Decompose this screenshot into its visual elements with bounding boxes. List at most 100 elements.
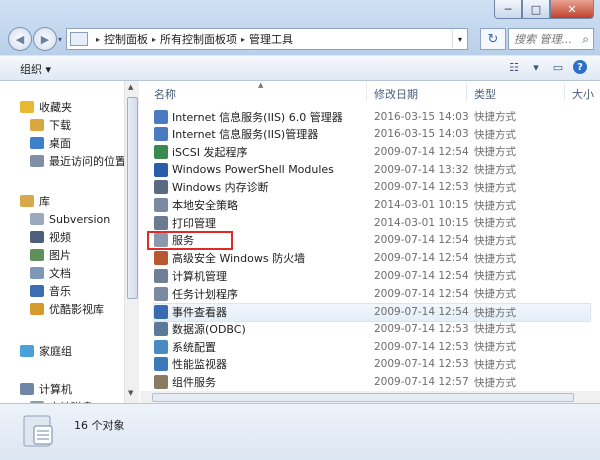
- breadcrumb-all-items[interactable]: 所有控制面板项: [160, 31, 237, 47]
- youku-library-icon: [30, 303, 44, 315]
- library-icon: [30, 213, 44, 225]
- file-date: 2009-07-14 12:54: [374, 269, 469, 282]
- horizontal-scrollbar[interactable]: [140, 391, 600, 403]
- nav-item-6[interactable]: 视频: [30, 229, 71, 245]
- file-row[interactable]: Internet 信息服务(IIS)管理器 2016-03-15 14:03 快捷方…: [154, 126, 590, 143]
- minimize-button[interactable]: ─: [494, 0, 522, 19]
- nav-item-0[interactable]: 收藏夹: [20, 99, 72, 115]
- services-highlight-box: [147, 231, 233, 250]
- shortcut-icon: [154, 375, 168, 389]
- back-button[interactable]: ◀: [8, 27, 32, 51]
- column-header-name[interactable]: 名称: [154, 86, 176, 102]
- nav-item-4[interactable]: 库: [20, 193, 50, 209]
- file-row[interactable]: 数据源(ODBC) 2009-07-14 12:53 快捷方式: [154, 320, 590, 337]
- file-type: 快捷方式: [474, 181, 516, 194]
- download-folder-icon: [30, 119, 44, 131]
- shortcut-icon: [154, 251, 168, 266]
- nav-item-label: 桌面: [49, 137, 71, 150]
- maximize-button[interactable]: □: [522, 0, 550, 19]
- file-row[interactable]: 本地安全策略 2014-03-01 10:15 快捷方式: [154, 197, 590, 214]
- video-icon: [30, 231, 44, 243]
- file-name: 本地安全策略: [172, 199, 238, 212]
- address-dropdown[interactable]: ▾: [452, 30, 467, 48]
- shortcut-icon: [154, 286, 168, 301]
- file-row[interactable]: Windows 内存诊断 2009-07-14 12:53 快捷方式: [154, 179, 590, 196]
- shortcut-icon: [154, 180, 168, 195]
- nav-item-label: Subversion: [49, 212, 111, 226]
- shortcut-icon: [154, 109, 168, 124]
- file-row[interactable]: 计算机管理 2009-07-14 12:54 快捷方式: [154, 267, 590, 284]
- scroll-down-icon[interactable]: ▼: [128, 389, 133, 397]
- help-button[interactable]: ?: [572, 59, 588, 75]
- nav-item-8[interactable]: 文档: [30, 265, 71, 281]
- scrollbar-thumb[interactable]: [127, 97, 138, 299]
- shortcut-icon: [154, 321, 168, 336]
- forward-button[interactable]: ▶: [33, 27, 57, 51]
- file-name: 性能监视器: [172, 358, 227, 372]
- help-icon: ?: [573, 60, 587, 74]
- navigation-pane-scrollbar[interactable]: ▲ ▼: [124, 81, 139, 403]
- shortcut-icon: [154, 268, 168, 283]
- file-row[interactable]: 打印管理 2014-03-01 10:15 快捷方式: [154, 214, 590, 231]
- column-divider[interactable]: [466, 83, 467, 101]
- close-button[interactable]: ✕: [550, 0, 594, 19]
- file-row[interactable]: 任务计划程序 2009-07-14 12:54 快捷方式: [154, 285, 590, 302]
- search-input[interactable]: [509, 31, 574, 47]
- item-count: 16 个对象: [74, 419, 125, 432]
- file-row[interactable]: 高级安全 Windows 防火墙 2009-07-14 12:54 快捷方式: [154, 250, 590, 267]
- column-header-date[interactable]: 修改日期: [374, 86, 418, 102]
- file-date: 2009-07-14 12:53: [374, 358, 469, 371]
- column-divider[interactable]: [366, 83, 367, 101]
- file-name: 系统配置: [172, 340, 216, 354]
- admin-tools-folder-icon: [23, 415, 53, 447]
- preview-pane-icon[interactable]: ▭: [550, 59, 566, 75]
- file-name: 任务计划程序: [172, 287, 238, 301]
- search-icon[interactable]: ⌕: [582, 32, 589, 47]
- star-icon: [20, 101, 34, 113]
- documents-icon: [30, 267, 44, 279]
- nav-item-12[interactable]: 计算机: [20, 381, 72, 397]
- shortcut-icon: [154, 339, 168, 354]
- shortcut-icon: [154, 215, 168, 230]
- file-row[interactable]: Internet 信息服务(IIS) 6.0 管理器 2016-03-15 14:…: [154, 108, 590, 125]
- file-row[interactable]: Windows PowerShell Modules 2009-07-14 13:…: [154, 161, 590, 178]
- scroll-up-icon[interactable]: ▲: [128, 83, 133, 91]
- nav-item-3[interactable]: 最近访问的位置: [30, 153, 126, 169]
- nav-item-9[interactable]: 音乐: [30, 283, 71, 299]
- file-row[interactable]: 组件服务 2009-07-14 12:57 快捷方式: [154, 374, 590, 391]
- nav-item-7[interactable]: 图片: [30, 247, 71, 263]
- nav-item-5[interactable]: Subversion: [30, 211, 110, 227]
- change-view-icon[interactable]: ☷: [506, 59, 522, 75]
- address-bar[interactable]: ▸ 控制面板 ▸ 所有控制面板项 ▸ 管理工具 ▾: [66, 28, 468, 50]
- search-box[interactable]: ⌕: [508, 28, 594, 50]
- refresh-button[interactable]: ↻: [480, 28, 506, 50]
- file-row[interactable]: 性能监视器 2009-07-14 12:53 快捷方式: [154, 356, 590, 373]
- breadcrumb-control-panel[interactable]: 控制面板: [104, 31, 148, 47]
- scrollbar-thumb[interactable]: [152, 393, 574, 402]
- organize-menu-button[interactable]: 组织 ▾: [20, 61, 51, 77]
- file-row[interactable]: 系统配置 2009-07-14 12:53 快捷方式: [154, 338, 590, 355]
- file-row[interactable]: 事件查看器 2009-07-14 12:54 快捷方式: [153, 302, 591, 322]
- nav-item-label: 最近访问的位置: [49, 155, 126, 168]
- refresh-icon: ↻: [487, 31, 499, 47]
- nav-item-10[interactable]: 优酷影视库: [30, 301, 104, 317]
- forward-arrow-icon: ▶: [40, 32, 50, 46]
- view-dropdown-icon[interactable]: ▾: [528, 59, 544, 75]
- shortcut-icon: [154, 305, 168, 320]
- nav-item-11[interactable]: 家庭组: [20, 343, 72, 359]
- chevron-down-icon: ▾: [457, 34, 462, 44]
- libraries-icon: [20, 195, 34, 207]
- nav-item-label: 文档: [49, 267, 71, 280]
- column-header-type[interactable]: 类型: [474, 86, 496, 102]
- column-header-size[interactable]: 大小: [572, 86, 594, 102]
- file-type: 快捷方式: [474, 288, 516, 300]
- breadcrumb-admin-tools[interactable]: 管理工具: [249, 31, 293, 47]
- nav-item-2[interactable]: 桌面: [30, 135, 71, 151]
- file-type: 快捷方式: [474, 358, 516, 371]
- file-date: 2009-07-14 12:54: [374, 145, 469, 158]
- file-name: iSCSI 发起程序: [172, 145, 248, 159]
- file-date: 2009-07-14 12:54: [374, 252, 469, 265]
- column-divider[interactable]: [564, 83, 565, 101]
- file-row[interactable]: iSCSI 发起程序 2009-07-14 12:54 快捷方式: [154, 143, 590, 160]
- nav-item-1[interactable]: 下载: [30, 117, 71, 133]
